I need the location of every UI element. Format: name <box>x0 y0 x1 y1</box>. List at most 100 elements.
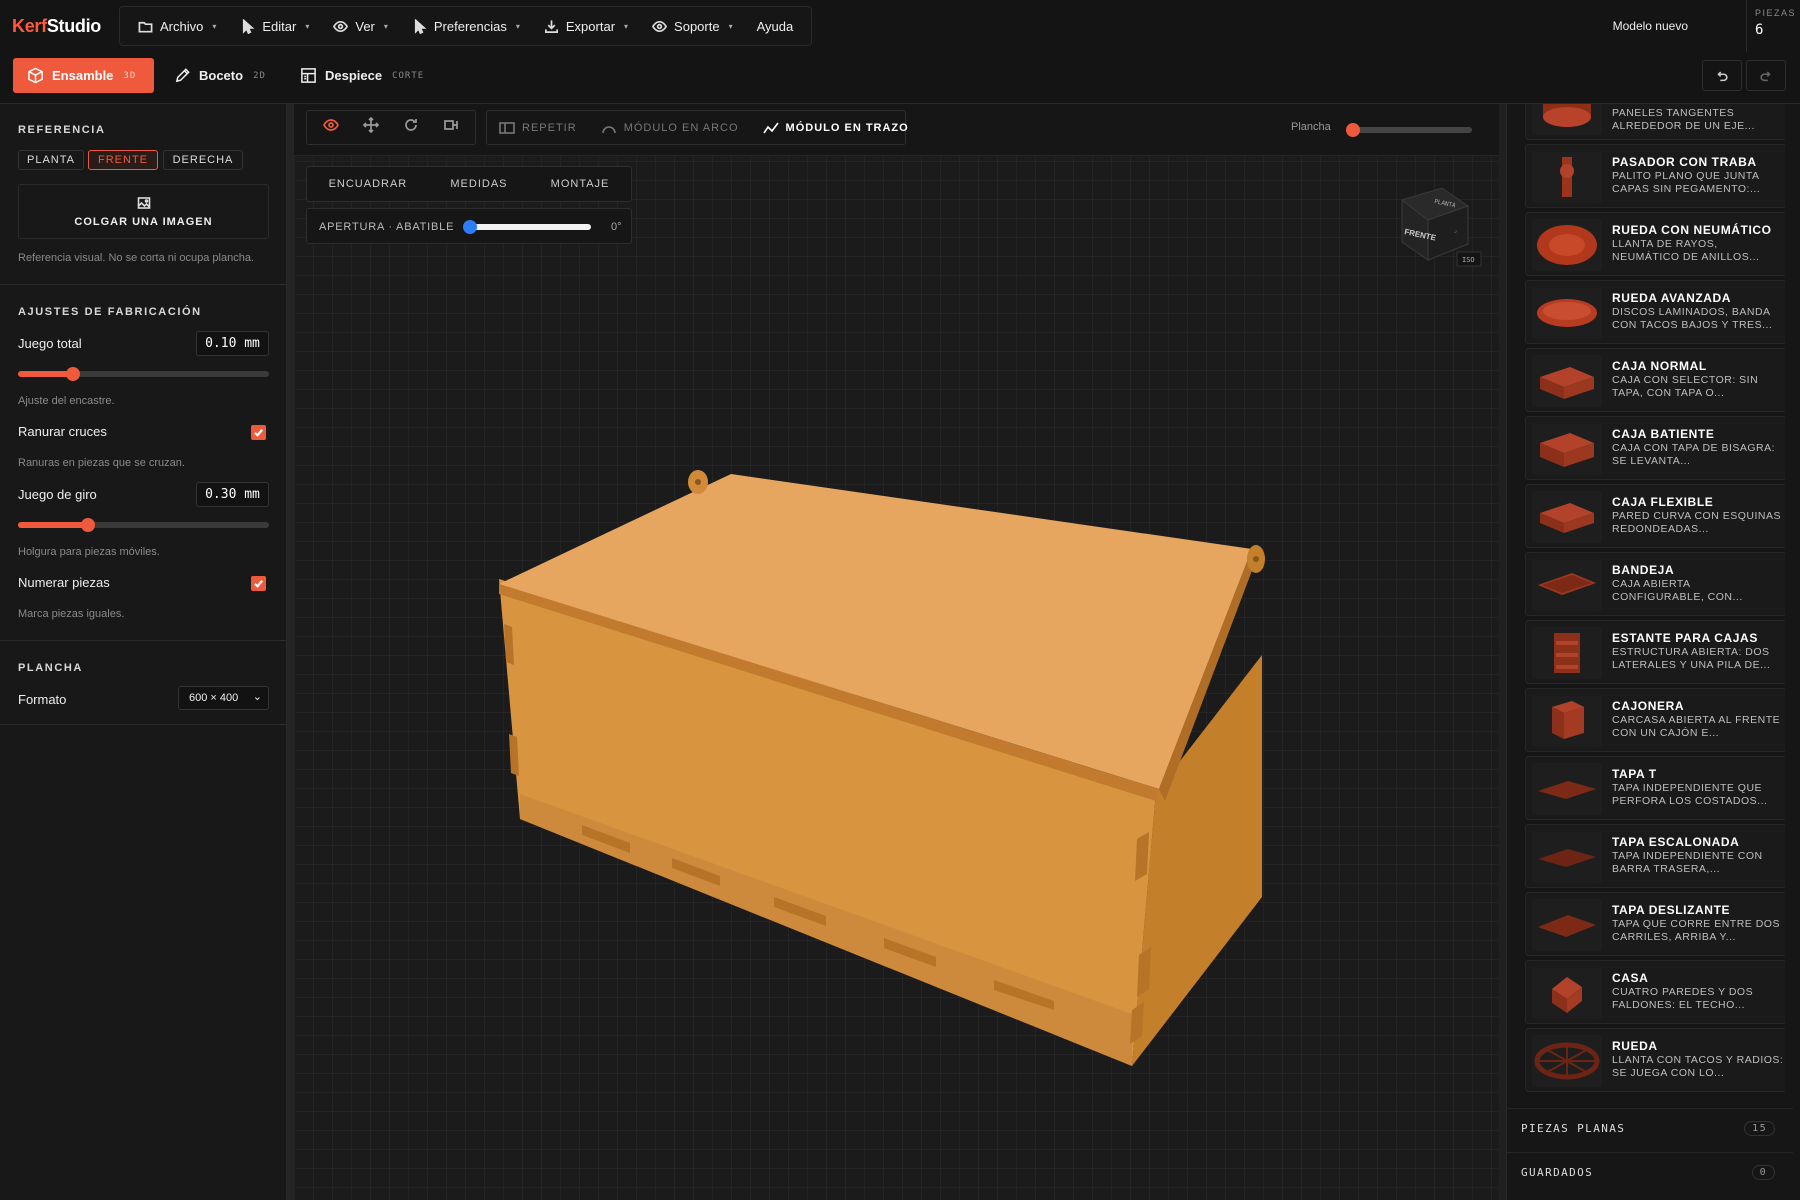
chevron-down-icon: ▾ <box>624 21 629 31</box>
hinge-box-icon <box>1532 423 1602 475</box>
catalog-item[interactable]: TAPA T TAPA INDEPENDIENTE QUE PERFORA LOS… <box>1525 756 1785 820</box>
eye-icon <box>333 20 349 32</box>
mode-boceto-button[interactable]: Boceto 2D <box>160 58 280 93</box>
download-icon <box>544 19 558 33</box>
catalog-item[interactable]: RUEDA CON NEUMÁTICO LLANTA DE RAYOS, NEUM… <box>1525 212 1785 276</box>
chevron-down-icon: ▾ <box>515 21 520 31</box>
canvas-toolbar: REPETIR MÓDULO EN ARCO MÓDULO EN TRAZO P… <box>294 104 1499 156</box>
model-name[interactable]: Modelo nuevo <box>1613 19 1688 33</box>
catalog-item-title: BANDEJA <box>1612 563 1675 577</box>
view-cube[interactable]: PLANTA FRENTE ⌟ ISO <box>1390 176 1486 272</box>
panel-resize-handle[interactable] <box>287 104 294 1200</box>
repetir-button[interactable]: REPETIR <box>487 121 589 135</box>
view-derecha-button[interactable]: DERECHA <box>163 150 243 170</box>
numerar-note: Marca piezas iguales. <box>18 608 125 620</box>
slider-knob[interactable] <box>81 518 96 532</box>
slider-knob[interactable] <box>1346 123 1360 137</box>
catalog-item[interactable]: CAJONERA CARCASA ABIERTA AL FRENTE CON UN… <box>1525 688 1785 752</box>
catalog-item[interactable]: CAJA NORMAL CAJA CON SELECTOR: SIN TAPA, … <box>1525 348 1785 412</box>
section-referencia: REFERENCIA <box>18 124 106 136</box>
move-tool[interactable] <box>362 116 380 138</box>
view-frente-button[interactable]: FRENTE <box>88 150 158 170</box>
catalog-item[interactable]: CAJA FLEXIBLE PARED CURVA CON ESQUINAS RE… <box>1525 484 1785 548</box>
formato-select[interactable]: 600 × 400 ⌄ <box>178 686 269 710</box>
catalog-item-desc: CARCASA ABIERTA AL FRENTE CON UN CAJÓN E… <box>1612 714 1781 739</box>
layout-icon <box>301 68 316 83</box>
catalog-item[interactable]: ESTANTE PARA CAJAS ESTRUCTURA ABIERTA: DO… <box>1525 620 1785 684</box>
catalog-item-desc: LLANTA CON TACOS Y RADIOS: SE JUEGA CON … <box>1612 1054 1784 1079</box>
divider <box>0 724 287 725</box>
apertura-slider[interactable] <box>463 220 591 234</box>
apertura-label: APERTURA · ABATIBLE <box>319 221 455 233</box>
slider-knob[interactable] <box>66 367 81 381</box>
catalog-item[interactable]: RUEDA LLANTA CON TACOS Y RADIOS: SE JUEGA… <box>1525 1028 1785 1092</box>
view-planta-button[interactable]: PLANTA <box>18 150 84 170</box>
catalog-item-desc: PALITO PLANO QUE JUNTA CAPAS SIN PEGAMEN… <box>1612 170 1761 195</box>
scale-icon <box>444 120 458 130</box>
menu-exportar[interactable]: Exportar ▾ <box>532 7 640 45</box>
juego-giro-input[interactable]: 0.30 mm <box>196 482 269 507</box>
menu-preferencias[interactable]: Preferencias ▾ <box>400 7 532 45</box>
undo-button[interactable] <box>1702 60 1742 91</box>
catalog-item[interactable]: RUEDA AVANZADA DISCOS LAMINADOS, BANDA CO… <box>1525 280 1785 344</box>
mode-despiece-button[interactable]: Despiece CORTE <box>286 58 438 93</box>
redo-button[interactable] <box>1746 60 1786 91</box>
catalog-item[interactable]: TAPA ESCALONADA TAPA INDEPENDIENTE CON BA… <box>1525 824 1785 888</box>
catalog-item[interactable]: CAJA BATIENTE CAJA CON TAPA DE BISAGRA: S… <box>1525 416 1785 480</box>
medidas-button[interactable]: MEDIDAS <box>450 178 507 190</box>
chevron-down-icon: ▾ <box>383 21 388 31</box>
top-bar: KerfStudio Archivo ▾ Editar ▾ Ver ▾ Prefere… <box>0 0 1800 52</box>
ranurar-checkbox[interactable] <box>251 425 266 440</box>
panel-resize-handle[interactable] <box>1499 104 1506 1200</box>
pieces-label: PIEZAS <box>1755 8 1797 18</box>
catalog-item[interactable]: PASADOR CON TRABA PALITO PLANO QUE JUNTA … <box>1525 144 1785 208</box>
divider <box>0 284 287 285</box>
juego-total-slider[interactable] <box>18 367 269 381</box>
catalog-item-title: CAJA FLEXIBLE <box>1612 495 1714 509</box>
catalog-panel: PANELES TANGENTES ALREDEDOR DE UN EJE...… <box>1506 104 1800 1200</box>
catalog-item[interactable]: PANELES TANGENTES ALREDEDOR DE UN EJE... <box>1525 104 1785 140</box>
catalog-item-title: ESTANTE PARA CAJAS <box>1612 631 1758 645</box>
view-tool[interactable] <box>323 117 339 138</box>
viewport-3d[interactable]: REPETIR MÓDULO EN ARCO MÓDULO EN TRAZO P… <box>294 104 1499 1200</box>
modulo-arco-button[interactable]: MÓDULO EN ARCO <box>589 121 751 135</box>
rotate-tool[interactable] <box>403 117 419 138</box>
catalog-item-title: CASA <box>1612 971 1649 985</box>
menu-ver[interactable]: Ver ▾ <box>321 7 400 45</box>
chevron-down-icon: ⌄ <box>252 691 262 703</box>
modulo-trazo-button[interactable]: MÓDULO EN TRAZO <box>751 121 921 135</box>
view-actions: ENCUADRAR MEDIDAS MONTAJE <box>306 166 632 202</box>
menu-soporte[interactable]: Soporte ▾ <box>640 7 745 45</box>
eye-icon <box>323 119 339 131</box>
menu-archivo[interactable]: Archivo ▾ <box>126 7 228 45</box>
juego-giro-slider[interactable] <box>18 518 269 532</box>
chevron-down-icon: ▾ <box>305 21 310 31</box>
plancha-slider[interactable] <box>1346 123 1472 137</box>
arc-icon <box>601 125 616 133</box>
path-icon <box>762 122 779 133</box>
catalog-item-title: RUEDA <box>1612 1039 1658 1053</box>
plancha-label: Plancha <box>1291 121 1331 133</box>
catalog-item[interactable]: TAPA DESLIZANTE TAPA QUE CORRE ENTRE DOS … <box>1525 892 1785 956</box>
numerar-checkbox[interactable] <box>251 576 266 591</box>
montaje-button[interactable]: MONTAJE <box>551 178 610 190</box>
catalog-item[interactable]: CASA CUATRO PAREDES Y DOS FALDONES: EL TE… <box>1525 960 1785 1024</box>
piezas-planas-section[interactable]: PIEZAS PLANAS 15 <box>1507 1108 1793 1148</box>
catalog-item[interactable]: BANDEJA CAJA ABIERTA CONFIGURABLE, CON... <box>1525 552 1785 616</box>
catalog-item-title: TAPA DESLIZANTE <box>1612 903 1731 917</box>
slider-knob[interactable] <box>463 220 477 234</box>
eye-icon <box>652 20 668 32</box>
drawer-icon <box>1532 695 1602 747</box>
juego-total-input[interactable]: 0.10 mm <box>196 331 269 356</box>
guardados-section[interactable]: GUARDADOS 0 <box>1507 1152 1793 1192</box>
apertura-value: 0° <box>611 221 622 233</box>
mode-ensamble-button[interactable]: Ensamble 3D <box>13 58 154 93</box>
ranurar-note: Ranuras en piezas que se cruzan. <box>18 457 185 469</box>
menu-editar[interactable]: Editar ▾ <box>228 7 321 45</box>
juego-total-note: Ajuste del encastre. <box>18 395 115 407</box>
encuadrar-button[interactable]: ENCUADRAR <box>329 178 408 190</box>
scale-tool[interactable] <box>443 117 459 138</box>
colgar-imagen-button[interactable]: COLGAR UNA IMAGEN <box>18 184 269 239</box>
box-model[interactable] <box>294 104 1499 1200</box>
menu-ayuda[interactable]: Ayuda <box>745 7 806 45</box>
